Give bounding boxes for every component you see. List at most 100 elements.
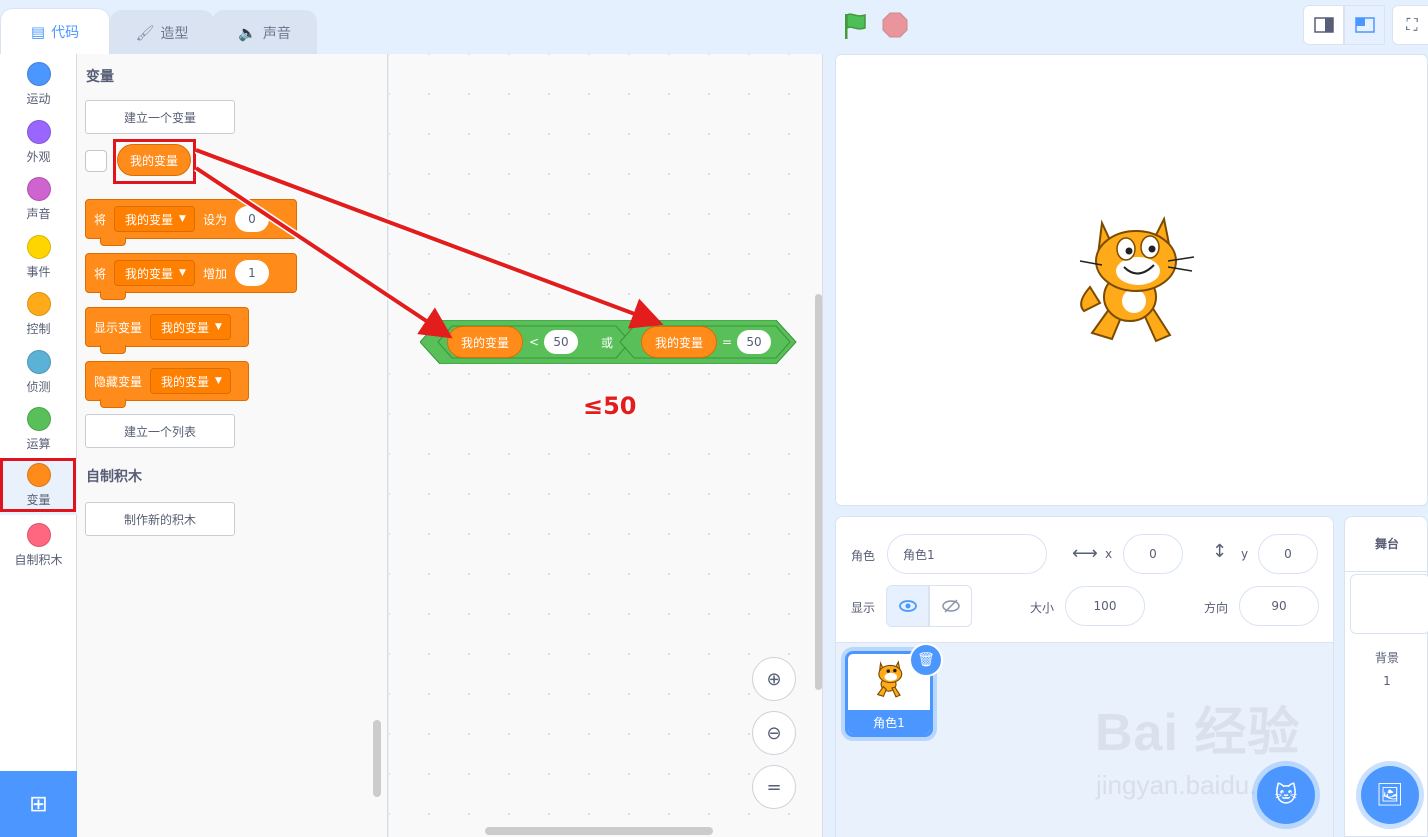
stage-size-toggle (1303, 5, 1385, 45)
category-control[interactable]: 控制 (0, 288, 77, 344)
x-input[interactable]: 0 (1123, 534, 1183, 574)
add-extension-icon: ⊞ (29, 791, 48, 817)
change-variable-block[interactable]: 将 我的变量 ▼ 增加 1 (85, 253, 297, 300)
x-label: x (1105, 547, 1113, 561)
sprite-info: 角色 角色1 ⟷ x 0 ↕ y 0 显示 大小 100 方向 90 (836, 517, 1333, 643)
caret-down-icon: ▼ (215, 376, 222, 386)
category-looks[interactable]: 外观 (0, 116, 77, 172)
annotation-text: ≤50 (583, 392, 637, 420)
tab-code[interactable]: ▤ 代码 (0, 8, 110, 54)
tab-sounds-label: 声音 (262, 25, 291, 42)
category-dot (26, 177, 51, 201)
brush-icon: 🖌 (135, 23, 155, 42)
make-variable-button[interactable]: 建立一个变量 (85, 100, 235, 134)
category-dot (26, 62, 51, 86)
normal-stage-button[interactable] (1344, 5, 1385, 45)
direction-input[interactable]: 90 (1239, 586, 1319, 626)
variable-dropdown[interactable]: 我的变量 ▼ (114, 206, 195, 232)
tab-code-label: 代码 (51, 24, 80, 41)
or-right-number-input[interactable]: 50 (737, 330, 771, 354)
caret-down-icon: ▼ (179, 214, 186, 224)
zoom-in-button[interactable]: ⊕ (752, 657, 796, 701)
workspace-horizontal-scrollbar[interactable] (485, 827, 713, 835)
delete-sprite-button[interactable]: 🗑 (909, 643, 943, 677)
tab-sounds[interactable]: 🔈 声音 (212, 10, 317, 54)
size-value: 100 (1093, 599, 1117, 613)
small-stage-button[interactable] (1303, 5, 1344, 45)
category-operators[interactable]: 运算 (0, 403, 77, 459)
show-variable-block[interactable]: 显示变量 我的变量 ▼ (85, 307, 249, 354)
category-dot (26, 292, 51, 316)
tab-costumes[interactable]: 🖌 造型 (110, 10, 214, 54)
variable-dropdown[interactable]: 我的变量 ▼ (150, 368, 231, 394)
sprite-name-label: 角色 (851, 549, 876, 563)
stop-icon[interactable] (882, 12, 908, 38)
stage-canvas[interactable] (835, 54, 1428, 506)
category-dot (26, 350, 51, 374)
highlight-box-category (0, 458, 76, 512)
stage-thumbnail[interactable] (1350, 574, 1428, 634)
hide-variable-block[interactable]: 隐藏变量 我的变量 ▼ (85, 361, 249, 408)
make-list-button[interactable]: 建立一个列表 (85, 414, 235, 448)
category-dot (26, 120, 51, 144)
highlight-box-reporter (113, 139, 196, 184)
equals-operator: = (722, 335, 733, 349)
category-label: 控制 (26, 322, 51, 336)
show-sprite-button[interactable] (886, 585, 929, 627)
zoom-reset-icon: = (766, 776, 782, 798)
sprite-thumbnail-name: 角色1 (848, 710, 930, 734)
zoom-reset-button[interactable]: = (752, 765, 796, 809)
variable-dropdown[interactable]: 我的变量 ▼ (114, 260, 195, 286)
dropdown-value: 我的变量 (125, 212, 174, 227)
workspace-vertical-scrollbar[interactable] (815, 294, 822, 690)
fullscreen-button[interactable]: ⛶ (1392, 5, 1428, 45)
block-text: 设为 (202, 212, 227, 227)
category-label: 侦测 (26, 380, 51, 394)
sprite-name-input[interactable]: 角色1 (887, 534, 1047, 574)
or-right-variable-reporter[interactable]: 我的变量 (641, 326, 717, 358)
set-variable-block[interactable]: 将 我的变量 ▼ 设为 0 (85, 199, 297, 246)
visibility-toggle (886, 585, 972, 627)
hide-sprite-button[interactable] (929, 585, 972, 627)
category-label: 声音 (26, 207, 51, 221)
green-flag-icon[interactable] (842, 12, 868, 40)
tab-costumes-label: 造型 (160, 25, 189, 42)
category-motion[interactable]: 运动 (0, 58, 77, 114)
backdrop-label: 背景 (1374, 651, 1399, 665)
trash-icon: 🗑 (917, 652, 935, 668)
number-input[interactable]: 0 (234, 206, 269, 232)
category-sensing[interactable]: 侦测 (0, 346, 77, 402)
size-input[interactable]: 100 (1065, 586, 1145, 626)
make-block-button[interactable]: 制作新的积木 (85, 502, 235, 536)
palette-scrollbar[interactable] (373, 720, 381, 797)
choose-sprite-button[interactable]: 🐱 (1257, 766, 1315, 824)
add-extension-button[interactable]: ⊞ (0, 771, 77, 837)
y-label: y (1241, 547, 1249, 561)
show-label: 显示 (851, 601, 876, 615)
category-my-blocks[interactable]: 自制积木 (0, 519, 77, 575)
number-input[interactable]: 1 (234, 260, 269, 286)
stage-title: 舞台 (1374, 537, 1399, 551)
eye-icon (898, 600, 917, 612)
cat-add-icon: 🐱 (1274, 782, 1298, 808)
variable-dropdown[interactable]: 我的变量 ▼ (150, 314, 231, 340)
category-label: 自制积木 (14, 553, 63, 567)
y-input[interactable]: 0 (1258, 534, 1318, 574)
dropdown-value: 我的变量 (125, 266, 174, 281)
category-events[interactable]: 事件 (0, 231, 77, 287)
variable-checkbox[interactable] (85, 150, 107, 172)
divider (1345, 571, 1428, 572)
direction-label: 方向 (1204, 601, 1229, 615)
code-icon: ▤ (30, 22, 46, 41)
caret-down-icon: ▼ (179, 268, 186, 278)
direction-value: 90 (1271, 599, 1287, 613)
watermark-logo: Bai 经验 (1095, 704, 1301, 762)
category-sound[interactable]: 声音 (0, 173, 77, 229)
zoom-out-button[interactable]: ⊖ (752, 711, 796, 755)
cat-sprite-image[interactable] (1072, 215, 1198, 349)
or-left-variable-reporter[interactable]: 我的变量 (447, 326, 523, 358)
category-dot (26, 235, 51, 259)
less-than-operator: < (529, 335, 540, 349)
or-left-number-input[interactable]: 50 (544, 330, 578, 354)
choose-backdrop-button[interactable]: 🖼 (1361, 766, 1419, 824)
